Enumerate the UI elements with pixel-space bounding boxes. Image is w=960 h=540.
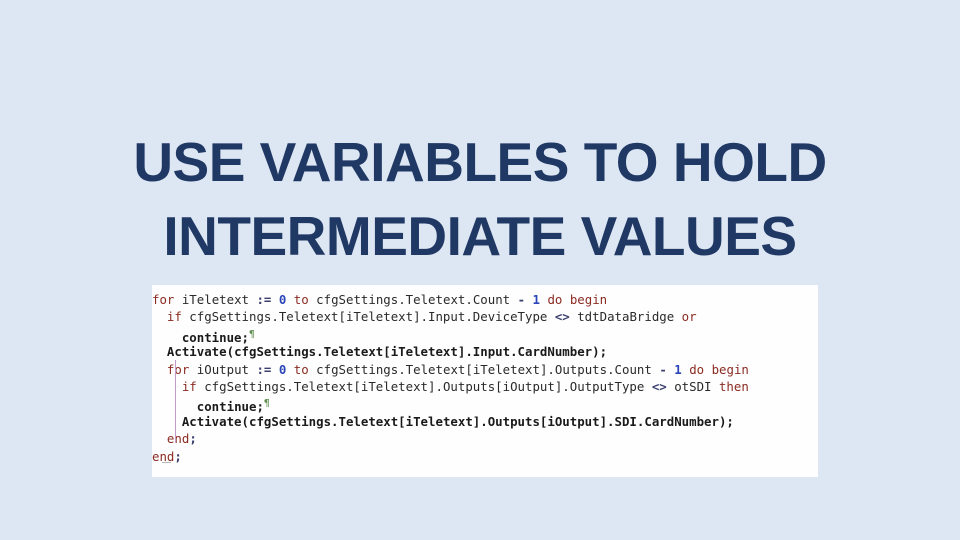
code-token: ); [592, 344, 608, 360]
code-token: if [181, 378, 197, 394]
code-token: Activate( [181, 413, 249, 429]
code-listing: for iTeletext := 0 to cfgSettings.Telete… [152, 285, 818, 477]
code-token: otSDI [666, 378, 719, 394]
code-token: end [166, 431, 190, 447]
code-token: := [256, 361, 272, 377]
code-line: if cfgSettings.Teletext[iTeletext].Input… [152, 308, 818, 325]
code-line: for iOutput := 0 to cfgSettings.Teletext… [152, 361, 818, 378]
code-line: end; [152, 430, 818, 447]
code-token: to [293, 292, 309, 307]
code-token: 1 [674, 361, 682, 377]
code-line: continue;¶ [152, 395, 818, 414]
code-token: ; [189, 431, 197, 447]
code-token: ¶ [248, 328, 256, 340]
code-token: Activate( [166, 344, 235, 360]
code-token: for [152, 292, 175, 307]
slide-canvas: USE VARIABLES TO HOLD INTERMEDIATE VALUE… [0, 0, 960, 540]
code-token: - [659, 361, 667, 377]
code-token: or [681, 309, 697, 325]
code-line: Activate(cfgSettings.Teletext[iTeletext]… [152, 343, 818, 360]
code-line: Activate(cfgSettings.Teletext[iTeletext]… [152, 413, 818, 430]
code-token: iTeletext [174, 292, 257, 307]
code-token: - [517, 292, 526, 307]
code-token: <> [651, 378, 667, 394]
code-token: for [166, 361, 190, 377]
code-token: cfgSettings.Teletext[iTeletext].Input.Ca… [234, 344, 593, 360]
code-token: then [718, 378, 749, 394]
code-line: end; [152, 448, 818, 465]
page-title-line-2: INTERMEDIATE VALUES [163, 204, 797, 267]
code-token: cfgSettings.Teletext[iTeletext].Outputs.… [308, 361, 660, 377]
code-token: cfgSettings.Teletext[iTeletext].Outputs[… [196, 378, 652, 394]
code-token: ); [718, 413, 734, 429]
code-token: if [166, 309, 182, 325]
code-token: ; [174, 448, 182, 464]
code-token: to [293, 361, 309, 377]
code-token: <> [554, 309, 570, 325]
code-token: := [256, 292, 272, 307]
code-token: cfgSettings.Teletext[iTeletext].Outputs[… [248, 413, 719, 429]
code-token: iOutput [189, 361, 257, 377]
code-token: ¶ [263, 398, 270, 410]
caret-underline-mark [162, 462, 171, 463]
page-title: USE VARIABLES TO HOLD INTERMEDIATE VALUE… [60, 126, 900, 273]
code-line: continue;¶ [152, 326, 818, 345]
code-line: for iTeletext := 0 to cfgSettings.Telete… [152, 291, 818, 308]
code-token: 1 [532, 292, 540, 307]
code-token: cfgSettings.Teletext[iTeletext].Input.De… [181, 309, 555, 325]
code-line: if cfgSettings.Teletext[iTeletext].Outpu… [152, 378, 818, 395]
page-title-line-1: USE VARIABLES TO HOLD [133, 131, 827, 193]
indent-guide-line [175, 360, 176, 443]
code-token: cfgSettings.Teletext.Count [308, 292, 518, 307]
code-token: do begin [689, 361, 749, 377]
code-token: tdtDataBridge [569, 309, 682, 325]
code-token: do begin [547, 292, 608, 307]
code-screenshot-panel: for iTeletext := 0 to cfgSettings.Telete… [152, 285, 818, 477]
